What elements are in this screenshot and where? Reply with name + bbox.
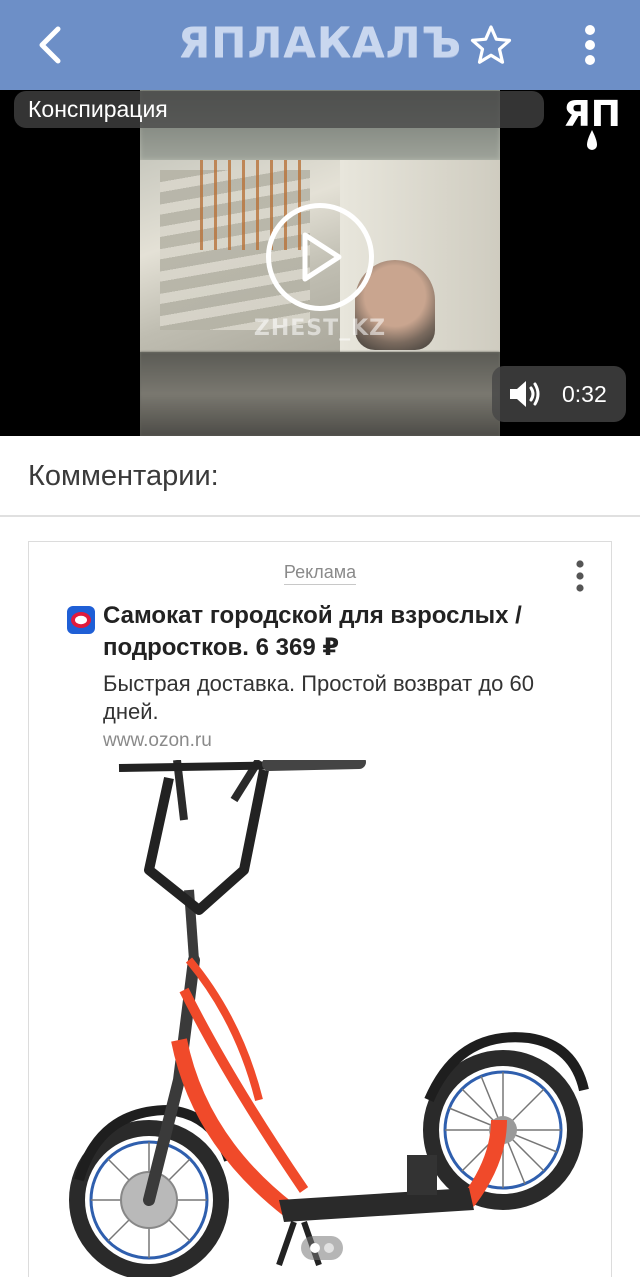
- carousel-dot: [324, 1243, 334, 1253]
- video-controls: 0:32: [492, 366, 626, 422]
- ad-title[interactable]: Самокат городской для взрослых / подрост…: [103, 600, 583, 664]
- video-duration: 0:32: [562, 380, 607, 407]
- carousel-dot-active: [310, 1243, 320, 1253]
- divider: [0, 515, 640, 517]
- comments-heading: Комментарии:: [28, 460, 219, 492]
- site-logo[interactable]: ЯПЛАКАЛЪ: [0, 18, 640, 67]
- carousel-indicator[interactable]: [301, 1236, 343, 1260]
- volume-icon: [510, 381, 540, 407]
- ad-url[interactable]: www.ozon.ru: [103, 730, 212, 752]
- more-vertical-icon: [576, 560, 584, 592]
- category-text: Конспирация: [28, 96, 168, 122]
- ad-menu-button[interactable]: [563, 554, 597, 598]
- star-outline-icon: [470, 25, 512, 64]
- video-watermark: ZHEST_KZ: [253, 316, 387, 341]
- scooter-image[interactable]: [29, 760, 612, 1277]
- favorite-button[interactable]: [462, 16, 520, 74]
- video-player[interactable]: ZHEST_KZ Конспирация ЯП 0:32: [0, 90, 640, 436]
- yp-logo-icon: ЯП: [563, 94, 621, 150]
- video-category-label: Конспирация: [14, 91, 544, 128]
- channel-logo: ЯП: [556, 90, 628, 154]
- channel-logo-text: ЯП: [563, 94, 621, 135]
- menu-button[interactable]: [564, 16, 616, 74]
- ad-label-text: Реклама: [283, 562, 357, 585]
- ad-card[interactable]: Реклама Самокат городской для взрослых /…: [28, 541, 612, 1277]
- volume-button[interactable]: [508, 376, 544, 412]
- play-icon: [302, 232, 342, 282]
- play-button[interactable]: [266, 203, 374, 311]
- ad-description: Быстрая доставка. Простой возврат до 60 …: [103, 671, 534, 724]
- ad-label: Реклама: [29, 562, 611, 585]
- more-vertical-icon: [585, 25, 595, 65]
- ozon-logo-icon: [67, 606, 95, 634]
- app-bar: ЯПЛАКАЛЪ: [0, 0, 640, 90]
